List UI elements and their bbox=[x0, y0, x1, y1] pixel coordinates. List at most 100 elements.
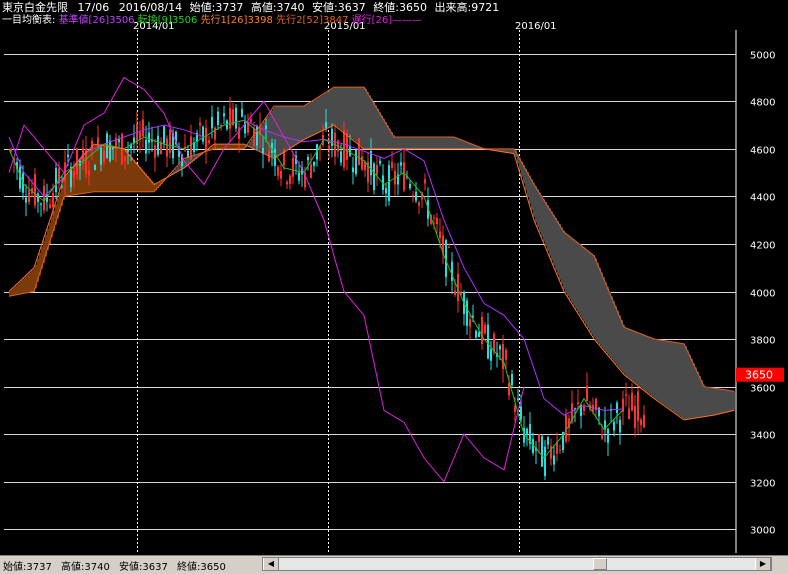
cloud-segment bbox=[443, 136, 445, 149]
cloud-segment bbox=[589, 251, 591, 332]
cloud-segment bbox=[627, 328, 629, 378]
candle-body bbox=[340, 151, 342, 163]
cloud-segment bbox=[613, 301, 615, 362]
cloud-segment bbox=[31, 270, 33, 293]
cloud-segment bbox=[433, 136, 435, 149]
cloud-segment bbox=[229, 144, 231, 149]
cloud-segment bbox=[459, 138, 461, 149]
cloud-segment bbox=[367, 92, 369, 149]
cloud-segment bbox=[587, 250, 589, 328]
candle-body bbox=[559, 449, 561, 451]
cloud-segment bbox=[405, 136, 407, 149]
high-value: 3740 bbox=[276, 1, 305, 14]
cloud-segment bbox=[439, 136, 441, 149]
cloud-segment bbox=[15, 285, 17, 296]
cloud-segment bbox=[447, 136, 449, 149]
candle-body bbox=[433, 217, 435, 219]
legend-tenkan: 転換[9]3506 bbox=[138, 15, 198, 26]
cloud-segment bbox=[629, 329, 631, 379]
candle-body bbox=[127, 149, 129, 152]
scroll-left-button[interactable]: ◀ bbox=[263, 558, 279, 570]
candle-body bbox=[169, 129, 171, 153]
cloud-segment bbox=[379, 112, 381, 149]
candle-body bbox=[526, 428, 528, 436]
cloud-segment bbox=[541, 195, 543, 237]
candle-body bbox=[265, 125, 267, 129]
candle-body bbox=[439, 231, 441, 239]
candle-body bbox=[220, 124, 222, 126]
cloud-segment bbox=[657, 339, 659, 401]
cloud-segment bbox=[585, 248, 587, 325]
cloud-segment bbox=[385, 122, 387, 149]
cloud-segment bbox=[297, 106, 299, 144]
cloud-segment bbox=[635, 331, 637, 384]
cloud-segment bbox=[419, 136, 421, 149]
status-low-value: 3637 bbox=[142, 562, 168, 573]
candle-body bbox=[358, 138, 360, 166]
cloud-segment bbox=[563, 230, 565, 290]
cloud-segment bbox=[365, 88, 367, 149]
horizontal-scrollbar[interactable]: ◀ ▶ bbox=[262, 557, 772, 571]
cloud-segment bbox=[591, 253, 593, 335]
cloud-segment bbox=[631, 329, 633, 381]
cloud-segment bbox=[619, 315, 621, 369]
cloud-segment bbox=[671, 341, 673, 411]
candle-body bbox=[436, 217, 438, 224]
cloud-segment bbox=[529, 175, 531, 204]
cloud-segment bbox=[693, 363, 695, 419]
symbol-name: 東京白金先限 bbox=[2, 1, 68, 14]
cloud-segment bbox=[319, 96, 321, 133]
candle-body bbox=[277, 166, 279, 176]
status-high-value: 3740 bbox=[84, 562, 110, 573]
candle-body bbox=[211, 116, 213, 129]
y-tick-label: 4200 bbox=[750, 241, 775, 252]
candle-body bbox=[478, 332, 480, 338]
candle-body bbox=[454, 290, 456, 295]
candle-body bbox=[619, 419, 621, 433]
close-value: 3650 bbox=[398, 1, 427, 14]
scroll-right-button[interactable]: ▶ bbox=[755, 558, 771, 570]
candle-body bbox=[424, 179, 426, 184]
scroll-thumb[interactable] bbox=[593, 558, 607, 570]
cloud-segment bbox=[423, 136, 425, 149]
quote-date: 2016/08/14 bbox=[118, 1, 183, 14]
legend-kijun: 基準値[26]3506 bbox=[59, 15, 135, 26]
cloud-segment bbox=[361, 87, 363, 147]
cloud-segment bbox=[425, 136, 427, 149]
senkou1-label: 先行1[26] bbox=[200, 15, 248, 26]
cloud-segment bbox=[699, 375, 701, 418]
cloud-segment bbox=[533, 182, 535, 217]
contract-month: 17/06 bbox=[77, 1, 110, 14]
y-tick-label: 3400 bbox=[750, 431, 775, 442]
cloud-segment bbox=[537, 189, 539, 228]
candle-body bbox=[154, 145, 156, 158]
candle-body bbox=[391, 161, 393, 168]
candle-body bbox=[142, 119, 144, 137]
candle-body bbox=[628, 408, 630, 420]
cloud-segment bbox=[13, 287, 15, 296]
cloud-segment bbox=[317, 97, 319, 134]
candle-body bbox=[40, 203, 42, 205]
candle-body bbox=[37, 193, 39, 202]
cloud-segment bbox=[383, 118, 385, 149]
cloud-segment bbox=[583, 247, 585, 322]
cloud-segment bbox=[293, 106, 295, 147]
senkou1-value: 3398 bbox=[247, 15, 273, 26]
volume-value: 9721 bbox=[471, 1, 500, 14]
cloud-segment bbox=[651, 337, 653, 397]
cloud-segment bbox=[299, 106, 301, 143]
cloud-segment bbox=[655, 339, 657, 400]
y-tick-label: 4600 bbox=[750, 146, 775, 157]
candle-body bbox=[637, 391, 639, 421]
candle-body bbox=[310, 164, 312, 178]
x-tick-label: 2016/01 bbox=[515, 21, 557, 32]
cloud-segment bbox=[617, 310, 619, 367]
kijun-value: 3506 bbox=[109, 15, 135, 26]
cloud-segment bbox=[301, 106, 303, 142]
candle-body bbox=[601, 433, 603, 439]
cloud-segment bbox=[599, 267, 601, 345]
cloud-segment bbox=[357, 87, 359, 144]
cloud-segment bbox=[375, 105, 377, 149]
cloud-segment bbox=[727, 390, 729, 413]
cloud-segment bbox=[609, 291, 611, 357]
